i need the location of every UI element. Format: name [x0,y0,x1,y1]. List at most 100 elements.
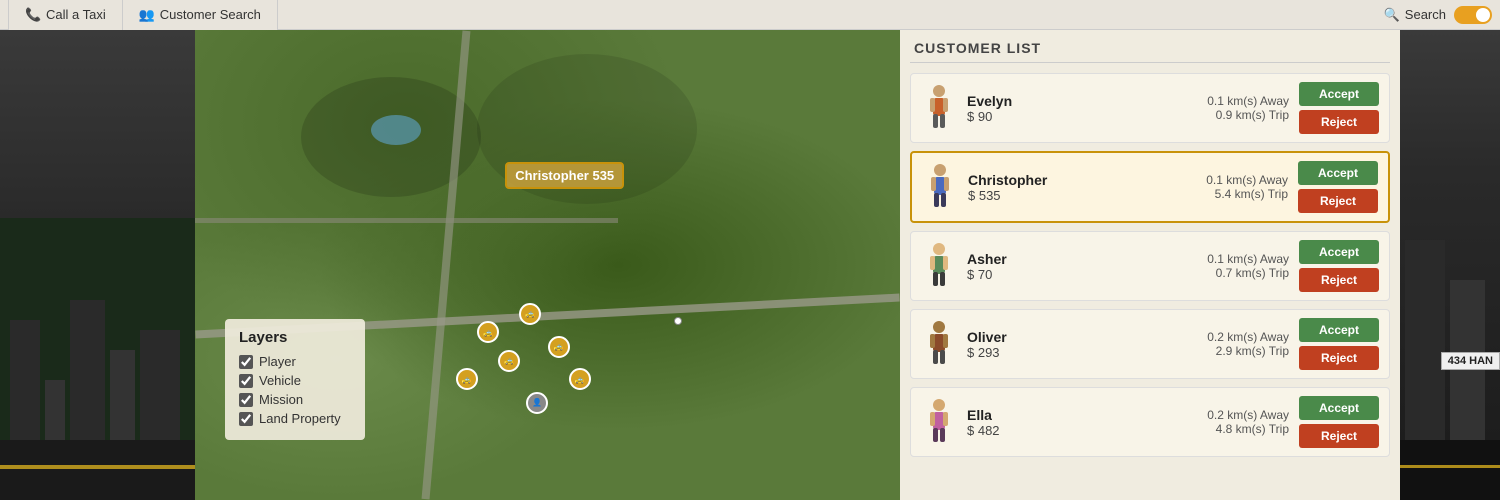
right-road-line [1400,465,1500,468]
road-line [0,465,195,469]
customer-trip: 4.8 km(s) Trip [1133,422,1289,436]
customer-trip: 2.9 km(s) Trip [1133,344,1289,358]
customer-card: Asher $ 70 0.1 km(s) Away 0.7 km(s) Trip… [910,231,1390,301]
layer-mission-label: Mission [259,392,303,407]
layer-vehicle-checkbox[interactable] [239,374,253,388]
customer-card: Evelyn $ 90 0.1 km(s) Away 0.9 km(s) Tri… [910,73,1390,143]
customer-price: $ 90 [967,109,1123,124]
main-content: 🚕 🚕 🚕 🚕 🚕 🚕 👤 Christopher 535 Layers Pla… [0,30,1500,500]
customer-trip: 0.9 km(s) Trip [1133,108,1289,122]
customer-info: Ella $ 482 [967,407,1123,438]
accept-button[interactable]: Accept [1299,240,1379,264]
toolbar-right: 🔍 Search [1384,6,1492,24]
map-marker-taxi-6[interactable]: 🚕 [569,368,591,390]
layer-land-property-checkbox[interactable] [239,412,253,426]
layer-player-checkbox[interactable] [239,355,253,369]
customer-search-label: Customer Search [160,7,261,22]
reject-button[interactable]: Reject [1299,110,1379,134]
phone-icon: 📞 [25,7,41,23]
customer-trip: 0.7 km(s) Trip [1133,266,1289,280]
christopher-label: Christopher 535 [505,162,624,189]
layer-player-label: Player [259,354,296,369]
map-marker-taxi-5[interactable]: 🚕 [456,368,478,390]
search-toggle[interactable] [1454,6,1492,24]
customer-avatar [921,396,957,448]
customer-search-button[interactable]: 👥 Customer Search [123,0,278,30]
accept-button[interactable]: Accept [1299,318,1379,342]
reject-button[interactable]: Reject [1299,268,1379,292]
search-text: Search [1405,7,1446,22]
map-marker-taxi-4[interactable]: 🚕 [548,336,570,358]
customer-price: $ 535 [968,188,1123,203]
customer-actions: Accept Reject [1299,318,1379,370]
customer-avatar [921,82,957,134]
water-feature [371,115,421,145]
accept-button[interactable]: Accept [1299,82,1379,106]
search-icon: 🔍 [1384,7,1400,23]
layer-land-property: Land Property [239,411,351,426]
customer-info: Evelyn $ 90 [967,93,1123,124]
horiz-road-2 [195,218,618,223]
customer-away: 0.1 km(s) Away [1133,173,1288,187]
customer-price: $ 482 [967,423,1123,438]
right-city-background: 434 HAN [1400,30,1500,500]
left-panel [0,30,195,500]
map-background: 🚕 🚕 🚕 🚕 🚕 🚕 👤 Christopher 535 Layers Pla… [195,30,900,500]
map-area[interactable]: 🚕 🚕 🚕 🚕 🚕 🚕 👤 Christopher 535 Layers Pla… [195,30,900,500]
reject-button[interactable]: Reject [1299,424,1379,448]
customer-info: Oliver $ 293 [967,329,1123,360]
customer-price: $ 293 [967,345,1123,360]
customer-info: Asher $ 70 [967,251,1123,282]
customer-name: Asher [967,251,1123,267]
reject-button[interactable]: Reject [1299,346,1379,370]
road-left [0,440,195,500]
call-taxi-button[interactable]: 📞 Call a Taxi [8,0,123,30]
customer-list-panel: CUSTOMER LIST Evelyn $ 90 0.1 km(s) Away… [900,30,1400,500]
reject-button[interactable]: Reject [1298,189,1378,213]
customer-distance: 0.1 km(s) Away 0.7 km(s) Trip [1133,252,1289,280]
layers-box: Layers Player Vehicle Mission Land Prope… [225,319,365,440]
customer-avatar [921,240,957,292]
customer-distance: 0.1 km(s) Away 5.4 km(s) Trip [1133,173,1288,201]
layers-title: Layers [239,329,351,346]
customer-avatar [921,318,957,370]
customer-away: 0.1 km(s) Away [1133,252,1289,266]
customer-distance: 0.2 km(s) Away 4.8 km(s) Trip [1133,408,1289,436]
layer-vehicle: Vehicle [239,373,351,388]
customer-cards-container: Evelyn $ 90 0.1 km(s) Away 0.9 km(s) Tri… [910,73,1390,465]
map-marker-taxi-2[interactable]: 🚕 [519,303,541,325]
customer-price: $ 70 [967,267,1123,282]
customer-name: Ella [967,407,1123,423]
map-marker-player[interactable]: 👤 [526,392,548,414]
toolbar: 📞 Call a Taxi 👥 Customer Search 🔍 Search [0,0,1500,30]
vehicle-plate: 434 HAN [1441,352,1500,370]
customer-actions: Accept Reject [1299,240,1379,292]
customer-actions: Accept Reject [1299,82,1379,134]
customer-away: 0.2 km(s) Away [1133,330,1289,344]
layer-mission-checkbox[interactable] [239,393,253,407]
customer-card: Oliver $ 293 0.2 km(s) Away 2.9 km(s) Tr… [910,309,1390,379]
customer-actions: Accept Reject [1298,161,1378,213]
cursor-indicator [674,317,682,325]
customer-card: Ella $ 482 0.2 km(s) Away 4.8 km(s) Trip… [910,387,1390,457]
customer-search-icon: 👥 [139,7,155,23]
accept-button[interactable]: Accept [1299,396,1379,420]
layer-mission: Mission [239,392,351,407]
customer-info: Christopher $ 535 [968,172,1123,203]
customer-avatar [922,161,958,213]
search-label-container: 🔍 Search [1384,7,1446,23]
right-road [1400,440,1500,500]
customer-name: Oliver [967,329,1123,345]
map-marker-taxi-1[interactable]: 🚕 [477,321,499,343]
map-marker-taxi-3[interactable]: 🚕 [498,350,520,372]
layer-vehicle-label: Vehicle [259,373,301,388]
right-building-1 [1405,240,1445,440]
customer-distance: 0.2 km(s) Away 2.9 km(s) Trip [1133,330,1289,358]
layer-player: Player [239,354,351,369]
call-taxi-label: Call a Taxi [46,7,106,22]
customer-name: Evelyn [967,93,1123,109]
accept-button[interactable]: Accept [1298,161,1378,185]
customer-name: Christopher [968,172,1123,188]
customer-list-title: CUSTOMER LIST [910,40,1390,63]
layer-land-property-label: Land Property [259,411,341,426]
